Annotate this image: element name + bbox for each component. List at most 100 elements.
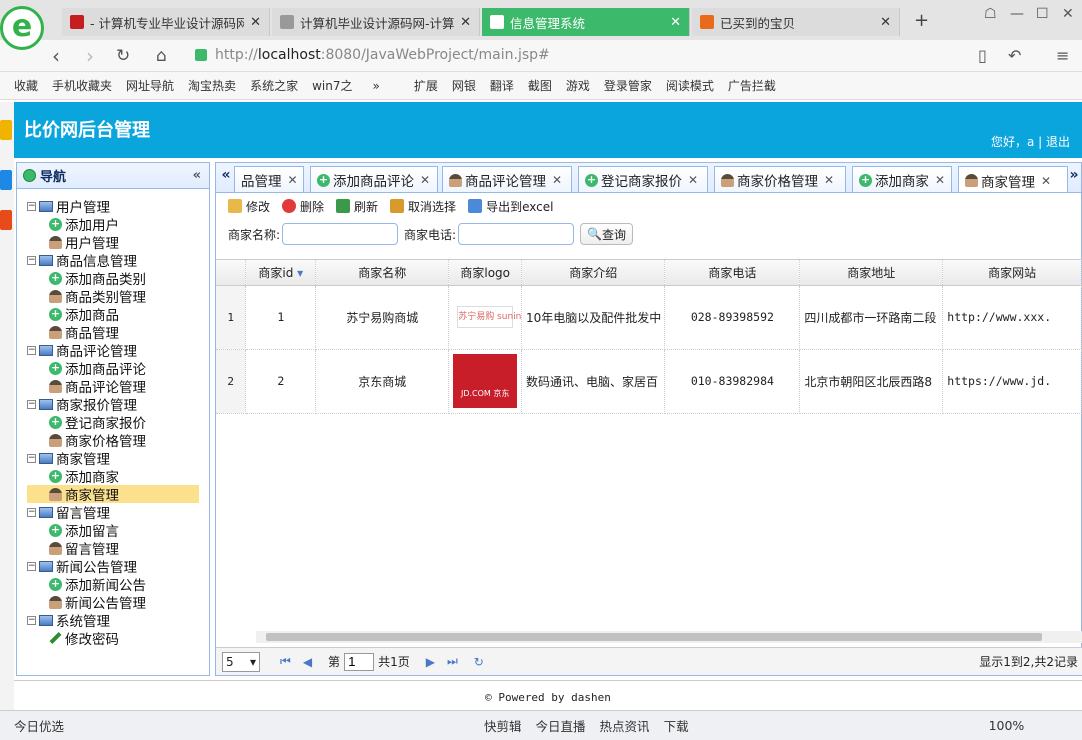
bookmark-item[interactable]: 登录管家 — [604, 77, 652, 94]
bookmark-item[interactable]: 截图 — [528, 77, 552, 94]
nav-group[interactable]: − 商品信息管理 — [27, 251, 209, 270]
collapse-toggle-icon[interactable]: − — [27, 255, 36, 265]
close-tab-icon[interactable]: ✕ — [688, 173, 698, 187]
page-size-select[interactable]: 5 ▾ — [222, 651, 260, 672]
nav-item[interactable]: + 添加商品类别 — [27, 269, 209, 288]
nav-item[interactable]: + 添加用户 — [27, 215, 209, 234]
minimize-button[interactable]: — — [1010, 6, 1024, 22]
nav-item[interactable]: 商品类别管理 — [27, 287, 209, 306]
bookmark-item[interactable]: 阅读模式 — [666, 77, 714, 94]
page-input[interactable] — [344, 652, 375, 671]
export-button[interactable]: 导出到excel — [468, 198, 553, 215]
close-tab-icon[interactable]: ✕ — [460, 15, 471, 30]
close-tab-icon[interactable]: ✕ — [670, 15, 681, 30]
refresh-button[interactable]: 刷新 — [336, 198, 378, 215]
nav-item[interactable]: + 添加新闻公告 — [27, 575, 209, 594]
bookmark-item[interactable]: » — [372, 79, 379, 93]
nav-group[interactable]: − 商家报价管理 — [27, 395, 209, 414]
table-row[interactable]: 2 2 京东商城 JD.COM 京东 数码通讯、电脑、家居百 010-83982984 北京… — [216, 349, 1082, 414]
column-header[interactable]: 商家logo — [448, 260, 522, 286]
nav-item[interactable]: 商品评论管理 — [27, 377, 209, 396]
bookmark-item[interactable]: 网址导航 — [126, 77, 174, 94]
undo-icon[interactable]: ↶ — [1008, 46, 1021, 65]
collapse-icon[interactable]: « — [193, 168, 201, 183]
nav-item[interactable]: 商家管理 — [27, 485, 199, 504]
close-tab-icon[interactable]: ✕ — [552, 173, 562, 187]
column-header[interactable]: 商家网站 — [942, 260, 1082, 286]
nav-item[interactable]: 商家价格管理 — [27, 431, 209, 450]
reload-icon[interactable]: ↻ — [116, 46, 130, 66]
page-tab[interactable]: + 登记商家报价 ✕ — [578, 166, 708, 192]
page-tab[interactable]: 商家价格管理 ✕ — [714, 166, 846, 192]
prev-page-icon[interactable]: ◀ — [303, 655, 312, 669]
menu-icon[interactable]: ≡ — [1056, 46, 1069, 65]
collapse-toggle-icon[interactable]: − — [27, 201, 36, 211]
cancel-select-button[interactable]: 取消选择 — [390, 198, 456, 215]
bookmark-item[interactable]: win7之 — [312, 77, 352, 94]
bookmark-item[interactable]: 淘宝热卖 — [188, 77, 236, 94]
column-header[interactable]: 商家id ▾ — [245, 260, 317, 286]
close-tab-icon[interactable]: ✕ — [288, 173, 298, 187]
collapse-toggle-icon[interactable]: − — [27, 507, 36, 517]
nav-item[interactable]: + 登记商家报价 — [27, 413, 209, 432]
nav-item[interactable]: + 添加商家 — [27, 467, 209, 486]
back-icon[interactable]: ‹ — [52, 44, 60, 68]
nav-item[interactable]: 留言管理 — [27, 539, 209, 558]
page-tab[interactable]: 商品评论管理 ✕ — [442, 166, 572, 192]
column-header[interactable]: 商家介绍 — [521, 260, 666, 286]
nav-group[interactable]: − 留言管理 — [27, 503, 209, 522]
tab-scroll-right-icon[interactable]: » — [1066, 167, 1081, 189]
nav-group[interactable]: − 用户管理 — [27, 197, 209, 216]
collapse-toggle-icon[interactable]: − — [27, 345, 36, 355]
bookmark-item[interactable]: 游戏 — [566, 77, 590, 94]
bookmark-item[interactable]: 广告拦截 — [728, 77, 776, 94]
nav-item[interactable]: + 添加商品评论 — [27, 359, 209, 378]
nav-group[interactable]: − 新闻公告管理 — [27, 557, 209, 576]
browser-tab[interactable]: 已买到的宝贝 ✕ — [692, 8, 900, 36]
next-page-icon[interactable]: ▶ — [426, 655, 435, 669]
nav-item[interactable]: + 添加商品 — [27, 305, 209, 324]
collapse-toggle-icon[interactable]: − — [27, 561, 36, 571]
maximize-button[interactable]: ☐ — [1036, 6, 1049, 22]
status-item[interactable]: 下载 — [664, 716, 689, 735]
new-tab-button[interactable]: + — [914, 10, 929, 31]
close-window-button[interactable]: ✕ — [1062, 6, 1074, 22]
nav-item[interactable]: 用户管理 — [27, 233, 209, 252]
nav-group[interactable]: − 系统管理 — [27, 611, 209, 630]
collapse-toggle-icon[interactable]: − — [27, 399, 36, 409]
nav-group[interactable]: − 商品评论管理 — [27, 341, 209, 360]
bookmark-item[interactable]: 系统之家 — [250, 77, 298, 94]
page-tab[interactable]: 商家管理 ✕ — [958, 166, 1068, 192]
close-tab-icon[interactable]: ✕ — [880, 15, 891, 30]
status-item[interactable]: 快剪辑 — [484, 716, 522, 735]
browser-tab[interactable]: 信息管理系统 ✕ — [482, 8, 690, 36]
nav-item[interactable]: 商品管理 — [27, 323, 209, 342]
logout-link[interactable]: 退出 — [1046, 135, 1070, 149]
shop-phone-input[interactable] — [458, 223, 575, 245]
nav-group[interactable]: − 商家管理 — [27, 449, 209, 468]
column-header[interactable]: 商家电话 — [664, 260, 801, 286]
url-field[interactable]: http://localhost:8080/JavaWebProject/mai… — [195, 44, 895, 66]
close-tab-icon[interactable]: ✕ — [824, 173, 834, 187]
scroll-thumb[interactable] — [266, 633, 1042, 641]
skin-icon[interactable]: ☖ — [984, 6, 997, 22]
browser-tab[interactable]: - 计算机专业毕业设计源码网 ✕ — [62, 8, 270, 36]
page-tab[interactable]: + 添加商家 ✕ — [852, 166, 952, 192]
delete-button[interactable]: 删除 — [282, 198, 324, 215]
last-page-icon[interactable]: ⏭ — [447, 654, 458, 669]
sort-desc-icon[interactable]: ▾ — [293, 266, 303, 280]
status-item[interactable]: 100% — [989, 718, 1025, 733]
page-tab[interactable]: 品管理 ✕ — [234, 166, 304, 192]
nav-item[interactable]: 修改密码 — [27, 629, 209, 648]
browser-tab[interactable]: 计算机毕业设计源码网-计算机 ✕ — [272, 8, 480, 36]
column-header[interactable]: 商家名称 — [315, 260, 450, 286]
table-row[interactable]: 11苏宁易购商城苏宁易购 suning.com10年电脑以及配件批发中028-8… — [216, 285, 1082, 350]
close-tab-icon[interactable]: ✕ — [935, 173, 945, 187]
collapse-toggle-icon[interactable]: − — [27, 453, 36, 463]
forward-icon[interactable]: › — [86, 44, 94, 68]
close-tab-icon[interactable]: ✕ — [250, 15, 261, 30]
first-page-icon[interactable]: ⏮ — [280, 654, 291, 669]
query-button[interactable]: 🔍 查询 — [580, 223, 634, 245]
nav-item[interactable]: 新闻公告管理 — [27, 593, 209, 612]
nav-item[interactable]: + 添加留言 — [27, 521, 209, 540]
